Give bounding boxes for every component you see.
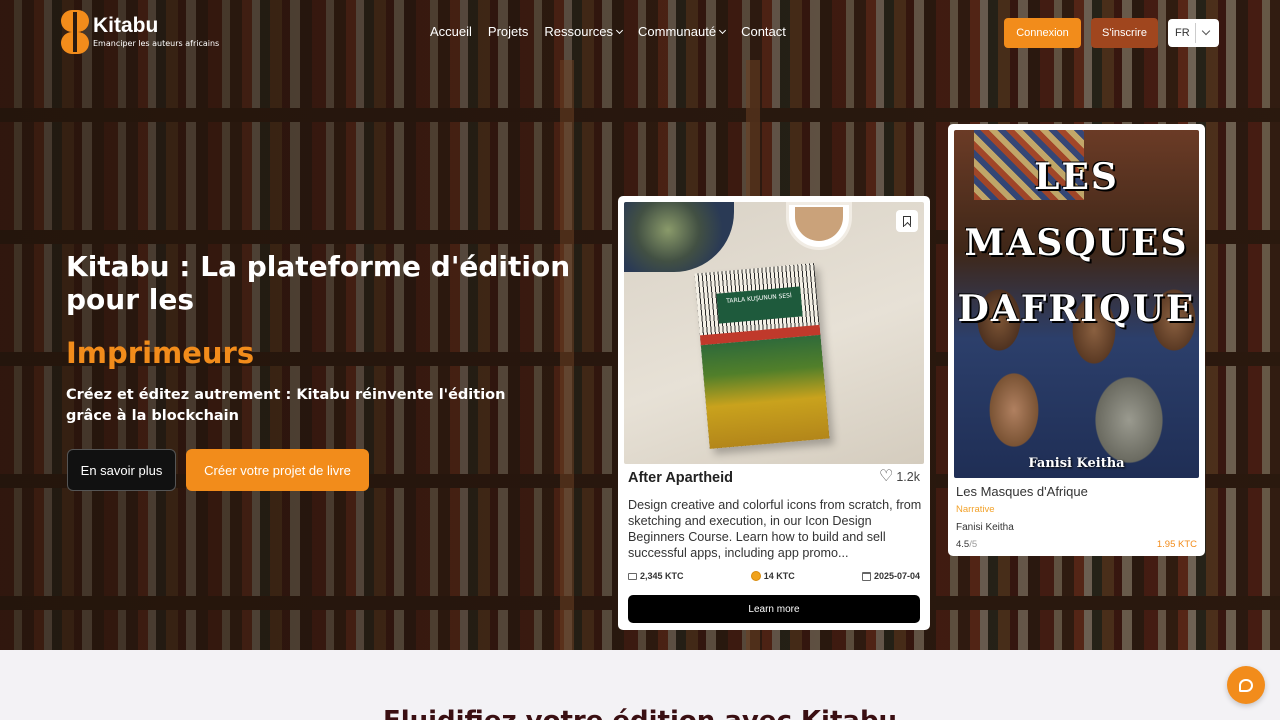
project-card[interactable]: TARLA KUŞUNUN SESİ After Apartheid ♡ 1.2… bbox=[618, 196, 930, 630]
book-photo: TARLA KUŞUNUN SESİ bbox=[694, 263, 830, 449]
main-nav: Accueil Projets Ressources Communauté Co… bbox=[430, 24, 786, 39]
hero-title: Kitabu : La plateforme d'édition pour le… bbox=[66, 250, 571, 316]
brand-name: Kitabu bbox=[93, 14, 159, 37]
brand-tagline: Emanciper les auteurs africains bbox=[93, 39, 220, 48]
learn-more-button[interactable]: En savoir plus bbox=[67, 449, 176, 491]
nav-item-communaute[interactable]: Communauté bbox=[638, 24, 727, 39]
funding-stat: 2,345 KTC bbox=[628, 571, 684, 581]
book-cover-image: LES MASQUES DAFRIQUE Fanisi Keitha bbox=[954, 130, 1199, 478]
language-value: FR bbox=[1175, 27, 1190, 39]
chevron-down-icon bbox=[1201, 26, 1211, 36]
cover-title: LES MASQUES DAFRIQUE bbox=[957, 156, 1196, 330]
signup-button[interactable]: S'inscrire bbox=[1091, 18, 1158, 48]
like-button[interactable]: ♡ 1.2k bbox=[879, 468, 920, 485]
calendar-icon bbox=[861, 571, 871, 581]
project-stats: 2,345 KTC 14 KTC 2025-07-04 bbox=[628, 571, 920, 581]
nav-item-ressources[interactable]: Ressources bbox=[544, 24, 624, 39]
book-genre: Narrative bbox=[956, 504, 995, 515]
logo-icon bbox=[61, 10, 89, 54]
language-select[interactable]: FR bbox=[1168, 19, 1219, 47]
book-card[interactable]: LES MASQUES DAFRIQUE Fanisi Keitha Les M… bbox=[948, 124, 1205, 556]
hero-subtitle: Créez et éditez autrement : Kitabu réinv… bbox=[66, 387, 506, 424]
bookmark-icon[interactable] bbox=[896, 210, 918, 232]
chat-icon bbox=[1239, 678, 1253, 692]
token-stat: 14 KTC bbox=[750, 571, 795, 581]
nav-item-accueil[interactable]: Accueil bbox=[430, 24, 472, 39]
chat-button[interactable] bbox=[1227, 666, 1265, 704]
project-learn-more-button[interactable]: Learn more bbox=[628, 595, 920, 623]
login-button[interactable]: Connexion bbox=[1004, 18, 1081, 48]
book-author: Fanisi Keitha bbox=[956, 522, 1014, 533]
create-project-button[interactable]: Créer votre projet de livre bbox=[186, 449, 369, 491]
hero-accent-word: Imprimeurs bbox=[66, 336, 255, 370]
nav-item-projets[interactable]: Projets bbox=[488, 24, 528, 39]
chevron-down-icon bbox=[719, 26, 727, 34]
nav-item-contact[interactable]: Contact bbox=[741, 24, 786, 39]
site-header: Kitabu Emanciper les auteurs africains A… bbox=[0, 0, 1280, 66]
chevron-down-icon bbox=[615, 26, 624, 34]
book-rating: 4.5/5 bbox=[956, 539, 978, 550]
heart-icon: ♡ bbox=[879, 468, 894, 485]
book-label: TARLA KUŞUNUN SESİ bbox=[716, 286, 803, 324]
project-title: After Apartheid bbox=[628, 470, 733, 486]
project-description: Design creative and colorful icons from … bbox=[628, 498, 922, 560]
section-title: Fluidifiez votre édition avec Kitabu bbox=[0, 706, 1280, 720]
like-count: 1.2k bbox=[896, 470, 920, 484]
coin-icon bbox=[750, 571, 761, 581]
project-cover-image: TARLA KUŞUNUN SESİ bbox=[624, 202, 924, 464]
date-stat: 2025-07-04 bbox=[861, 571, 920, 581]
cover-author: Fanisi Keitha bbox=[1028, 456, 1125, 471]
money-icon bbox=[628, 572, 637, 580]
brand-logo[interactable]: Kitabu Emanciper les auteurs africains bbox=[61, 10, 219, 54]
book-price: 1.95 KTC bbox=[1156, 539, 1197, 550]
book-title: Les Masques d'Afrique bbox=[956, 484, 1088, 499]
